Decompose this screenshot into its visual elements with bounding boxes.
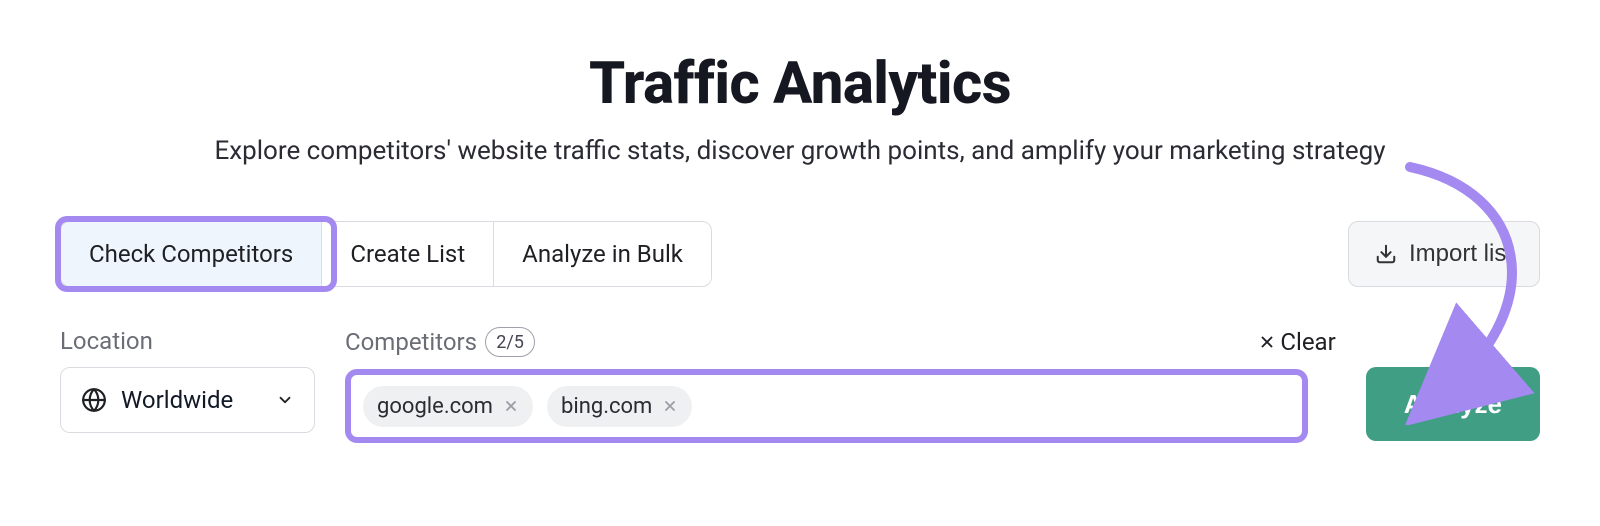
location-label: Location (60, 327, 315, 355)
competitors-count-badge: 2/5 (485, 327, 535, 357)
competitors-field: Competitors 2/5 Clear google.com (345, 327, 1336, 443)
import-list-label: Import list (1409, 240, 1513, 268)
filter-row: Location Worldwide (60, 327, 1540, 443)
download-icon (1375, 243, 1397, 265)
competitors-input[interactable]: google.com bing.com (345, 369, 1308, 443)
tab-analyze-in-bulk[interactable]: Analyze in Bulk (493, 222, 711, 286)
clear-competitors-button[interactable]: Clear (1258, 328, 1335, 356)
import-list-button[interactable]: Import list (1348, 221, 1540, 287)
chip-remove-icon[interactable] (503, 398, 519, 414)
globe-icon (81, 387, 107, 413)
location-select[interactable]: Worldwide (60, 367, 315, 433)
analyze-button[interactable]: Analyze (1366, 367, 1540, 441)
chip-remove-icon[interactable] (662, 398, 678, 414)
clear-label: Clear (1280, 328, 1335, 356)
location-field: Location Worldwide (60, 327, 315, 433)
chevron-down-icon (276, 391, 294, 409)
competitor-chip: bing.com (547, 386, 692, 427)
page-subtitle: Explore competitors' website traffic sta… (60, 136, 1540, 166)
chip-label: bing.com (561, 394, 652, 419)
competitor-chip: google.com (363, 386, 533, 427)
toolbar: Check Competitors Create List Analyze in… (60, 221, 1540, 287)
page-title: Traffic Analytics (60, 50, 1540, 118)
close-icon (1258, 333, 1276, 351)
mode-tabs: Check Competitors Create List Analyze in… (60, 221, 712, 287)
chip-label: google.com (377, 394, 493, 419)
location-value: Worldwide (121, 386, 233, 414)
tab-create-list[interactable]: Create List (321, 222, 493, 286)
competitors-label: Competitors (345, 328, 477, 356)
tab-check-competitors[interactable]: Check Competitors (61, 222, 321, 286)
